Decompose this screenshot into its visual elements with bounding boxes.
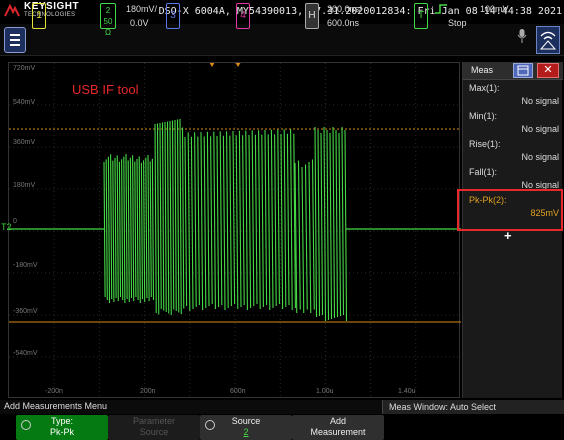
add-measurement-softkey[interactable]: Add Measurement <box>292 415 384 440</box>
highlight-box <box>457 189 563 231</box>
y-label: -540mV <box>13 350 38 357</box>
channel-2-badge[interactable]: 2 50 Ω <box>100 3 116 37</box>
y-label: 720mV <box>13 65 36 72</box>
trigger-level: 100mV <box>480 4 509 14</box>
horizontal-block[interactable]: H 200.0ns/ 600.0ns <box>305 3 375 29</box>
measurement-label: Rise(1): <box>469 139 501 149</box>
x-label: -200n <box>45 388 63 395</box>
measurement-value: No signal <box>521 152 559 162</box>
x-label: 600n <box>230 388 246 395</box>
main-menu-button[interactable] <box>4 27 26 53</box>
horizontal-position: 600.0ns <box>327 18 360 28</box>
microphone-icon[interactable] <box>517 28 527 44</box>
menu-name: Add Measurements Menu <box>4 401 108 411</box>
measurement-value: No signal <box>521 96 559 106</box>
horizontal-badge[interactable]: H <box>305 3 319 29</box>
channel-2-ground-marker: T2 <box>1 222 12 232</box>
parameter-softkey[interactable]: Parameter Source <box>108 415 200 440</box>
source-label: Source <box>231 416 261 426</box>
channel-3-badge[interactable]: 3 <box>166 3 180 29</box>
channel-2-offset: 0.0V <box>130 18 149 28</box>
measurement-layout-button[interactable] <box>513 63 533 78</box>
trigger-badge[interactable]: T <box>414 3 428 29</box>
keysight-wave-icon <box>4 3 20 17</box>
y-label: 360mV <box>13 139 36 146</box>
annotation-text: USB IF tool <box>72 82 139 97</box>
channel-1-badge[interactable]: 1 <box>32 3 46 29</box>
waveform-graticule[interactable] <box>8 62 461 399</box>
channel-4-badge[interactable]: 4 <box>236 3 250 29</box>
add-measurement-button[interactable]: + <box>504 228 512 243</box>
knob-icon <box>205 420 215 430</box>
channel-2-trace <box>103 118 348 322</box>
channel-3-block[interactable]: 3 <box>166 3 206 29</box>
measurement-panel-header: Meas ✕ <box>463 62 563 80</box>
measurement-value: No signal <box>521 124 559 134</box>
measurement-label: Fall(1): <box>469 167 498 177</box>
y-label: 0 <box>13 218 17 225</box>
channel-2-scale: 180mV/ <box>126 4 158 14</box>
y-label: 540mV <box>13 99 36 106</box>
trigger-block[interactable]: T 100mV Stop <box>414 3 514 29</box>
trigger-position-marker <box>235 63 241 67</box>
knob-icon <box>21 420 31 430</box>
wifi-icon <box>539 31 557 50</box>
parameter-label: Parameter <box>132 416 176 426</box>
source-value: 2 <box>243 427 249 437</box>
measurement-close-button[interactable]: ✕ <box>537 63 559 78</box>
status-bar: Add Measurements Menu Meas Window: Auto … <box>0 400 564 414</box>
add-label: Add <box>329 416 346 426</box>
measurement-label: Min(1): <box>469 111 498 121</box>
measurement-label: Max(1): <box>469 83 500 93</box>
trigger-edge-icon <box>435 4 447 14</box>
parameter-value: Source <box>139 427 169 437</box>
horizontal-scale: 200.0ns/ <box>327 4 362 14</box>
y-label: -180mV <box>13 262 38 269</box>
y-label: 180mV <box>13 182 36 189</box>
x-label: 1.40u <box>398 388 416 395</box>
type-softkey[interactable]: Type: Pk-Pk <box>16 415 108 440</box>
connectivity-button[interactable] <box>536 26 560 54</box>
measurement-panel-title: Meas <box>471 65 494 75</box>
run-state: Stop <box>448 18 467 28</box>
meas-window-status: Meas Window: Auto Select <box>382 400 564 414</box>
type-label: Type: <box>50 416 73 426</box>
add-value: Measurement <box>310 427 366 437</box>
x-label: 200n <box>140 388 156 395</box>
channel-1-block[interactable]: 1 <box>32 3 72 29</box>
channel-2-block[interactable]: 2 50 Ω 180mV/ 0.0V <box>100 3 160 37</box>
list-icon <box>517 65 529 76</box>
softkey-bar: Type: Pk-Pk Parameter Source Source 2 Ad… <box>0 414 564 440</box>
waveform-display <box>9 63 461 399</box>
type-value: Pk-Pk <box>49 427 74 437</box>
y-label: -360mV <box>13 308 38 315</box>
x-label: 1.00u <box>316 388 334 395</box>
channel-4-block[interactable]: 4 <box>236 3 276 29</box>
channel-2-number: 2 <box>105 6 111 15</box>
source-softkey[interactable]: Source 2 <box>200 415 292 440</box>
timebase-marker <box>209 63 215 67</box>
